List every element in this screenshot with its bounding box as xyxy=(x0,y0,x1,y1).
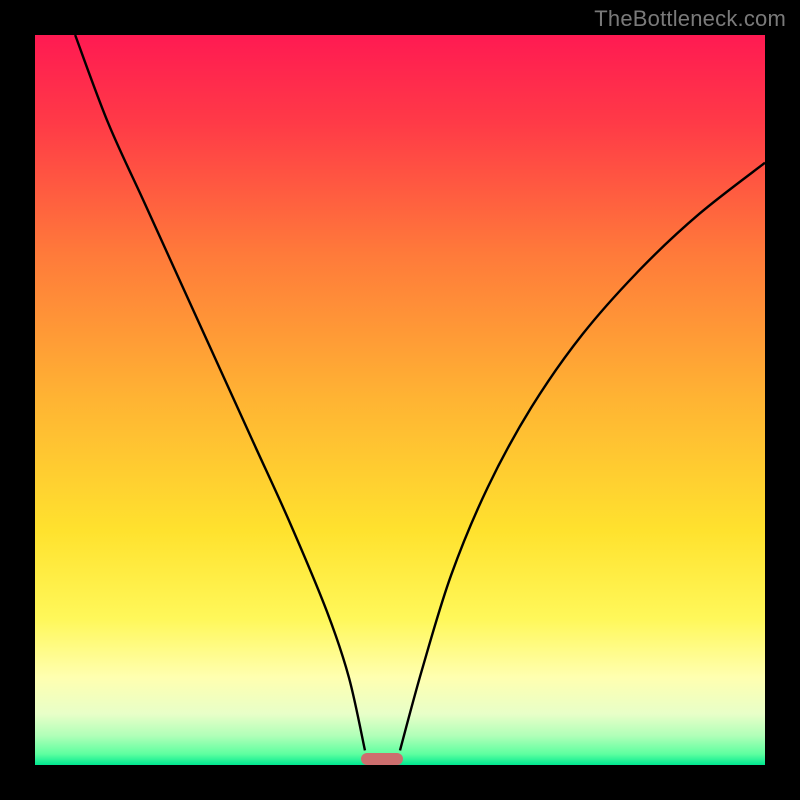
curves-layer xyxy=(35,35,765,765)
right-curve xyxy=(400,163,765,751)
left-curve xyxy=(75,35,365,750)
plot-area xyxy=(35,35,765,765)
bottleneck-marker xyxy=(361,753,403,765)
watermark-text: TheBottleneck.com xyxy=(594,6,786,32)
